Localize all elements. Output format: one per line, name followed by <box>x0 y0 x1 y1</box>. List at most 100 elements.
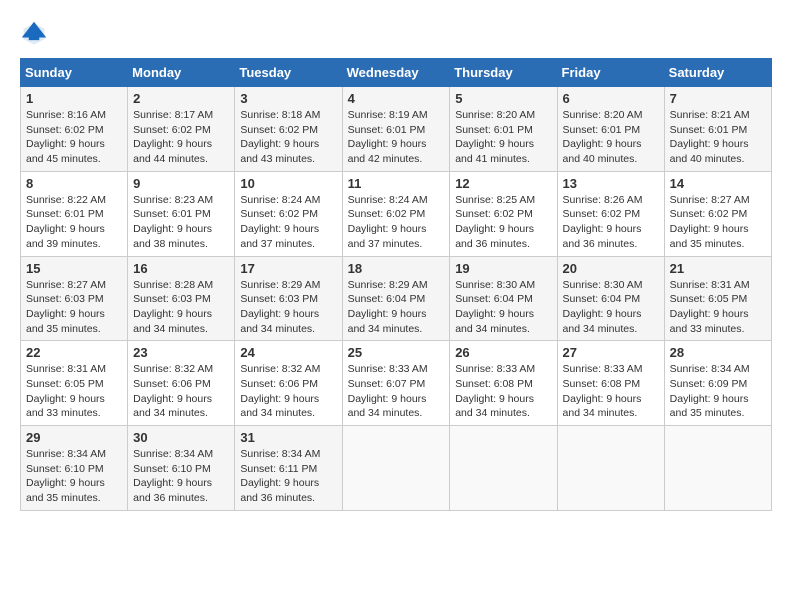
day-number: 31 <box>240 430 336 445</box>
day-info: Sunrise: 8:33 AM Sunset: 6:07 PM Dayligh… <box>348 362 445 421</box>
day-number: 21 <box>670 261 766 276</box>
calendar-cell <box>557 426 664 511</box>
page-header <box>20 20 772 48</box>
day-number: 25 <box>348 345 445 360</box>
calendar-cell: 5 Sunrise: 8:20 AM Sunset: 6:01 PM Dayli… <box>450 87 557 172</box>
day-info: Sunrise: 8:34 AM Sunset: 6:10 PM Dayligh… <box>26 447 122 506</box>
calendar-cell: 2 Sunrise: 8:17 AM Sunset: 6:02 PM Dayli… <box>128 87 235 172</box>
calendar-cell: 11 Sunrise: 8:24 AM Sunset: 6:02 PM Dayl… <box>342 171 450 256</box>
day-number: 1 <box>26 91 122 106</box>
calendar-cell <box>342 426 450 511</box>
calendar-cell: 12 Sunrise: 8:25 AM Sunset: 6:02 PM Dayl… <box>450 171 557 256</box>
day-number: 23 <box>133 345 229 360</box>
calendar-cell: 14 Sunrise: 8:27 AM Sunset: 6:02 PM Dayl… <box>664 171 771 256</box>
day-info: Sunrise: 8:16 AM Sunset: 6:02 PM Dayligh… <box>26 108 122 167</box>
calendar-cell: 31 Sunrise: 8:34 AM Sunset: 6:11 PM Dayl… <box>235 426 342 511</box>
day-number: 29 <box>26 430 122 445</box>
calendar-cell: 4 Sunrise: 8:19 AM Sunset: 6:01 PM Dayli… <box>342 87 450 172</box>
calendar-cell: 20 Sunrise: 8:30 AM Sunset: 6:04 PM Dayl… <box>557 256 664 341</box>
day-number: 28 <box>670 345 766 360</box>
day-header: Friday <box>557 59 664 87</box>
day-number: 26 <box>455 345 551 360</box>
calendar-cell: 26 Sunrise: 8:33 AM Sunset: 6:08 PM Dayl… <box>450 341 557 426</box>
calendar-cell: 3 Sunrise: 8:18 AM Sunset: 6:02 PM Dayli… <box>235 87 342 172</box>
calendar-table: SundayMondayTuesdayWednesdayThursdayFrid… <box>20 58 772 511</box>
calendar-cell: 29 Sunrise: 8:34 AM Sunset: 6:10 PM Dayl… <box>21 426 128 511</box>
day-info: Sunrise: 8:31 AM Sunset: 6:05 PM Dayligh… <box>26 362 122 421</box>
calendar-cell: 19 Sunrise: 8:30 AM Sunset: 6:04 PM Dayl… <box>450 256 557 341</box>
calendar-header-row: SundayMondayTuesdayWednesdayThursdayFrid… <box>21 59 772 87</box>
day-info: Sunrise: 8:21 AM Sunset: 6:01 PM Dayligh… <box>670 108 766 167</box>
day-info: Sunrise: 8:33 AM Sunset: 6:08 PM Dayligh… <box>455 362 551 421</box>
calendar-cell: 9 Sunrise: 8:23 AM Sunset: 6:01 PM Dayli… <box>128 171 235 256</box>
day-number: 2 <box>133 91 229 106</box>
day-number: 20 <box>563 261 659 276</box>
calendar-cell: 6 Sunrise: 8:20 AM Sunset: 6:01 PM Dayli… <box>557 87 664 172</box>
day-info: Sunrise: 8:29 AM Sunset: 6:04 PM Dayligh… <box>348 278 445 337</box>
day-header: Sunday <box>21 59 128 87</box>
day-info: Sunrise: 8:25 AM Sunset: 6:02 PM Dayligh… <box>455 193 551 252</box>
day-number: 19 <box>455 261 551 276</box>
day-info: Sunrise: 8:17 AM Sunset: 6:02 PM Dayligh… <box>133 108 229 167</box>
calendar-cell: 10 Sunrise: 8:24 AM Sunset: 6:02 PM Dayl… <box>235 171 342 256</box>
day-info: Sunrise: 8:28 AM Sunset: 6:03 PM Dayligh… <box>133 278 229 337</box>
day-number: 7 <box>670 91 766 106</box>
day-info: Sunrise: 8:27 AM Sunset: 6:03 PM Dayligh… <box>26 278 122 337</box>
calendar-week-row: 29 Sunrise: 8:34 AM Sunset: 6:10 PM Dayl… <box>21 426 772 511</box>
day-info: Sunrise: 8:34 AM Sunset: 6:11 PM Dayligh… <box>240 447 336 506</box>
calendar-cell: 21 Sunrise: 8:31 AM Sunset: 6:05 PM Dayl… <box>664 256 771 341</box>
day-info: Sunrise: 8:20 AM Sunset: 6:01 PM Dayligh… <box>455 108 551 167</box>
logo <box>20 20 52 48</box>
day-number: 9 <box>133 176 229 191</box>
logo-icon <box>20 20 48 48</box>
calendar-cell: 13 Sunrise: 8:26 AM Sunset: 6:02 PM Dayl… <box>557 171 664 256</box>
day-number: 6 <box>563 91 659 106</box>
day-number: 22 <box>26 345 122 360</box>
day-info: Sunrise: 8:29 AM Sunset: 6:03 PM Dayligh… <box>240 278 336 337</box>
calendar-cell: 24 Sunrise: 8:32 AM Sunset: 6:06 PM Dayl… <box>235 341 342 426</box>
day-number: 13 <box>563 176 659 191</box>
calendar-week-row: 22 Sunrise: 8:31 AM Sunset: 6:05 PM Dayl… <box>21 341 772 426</box>
calendar-cell: 27 Sunrise: 8:33 AM Sunset: 6:08 PM Dayl… <box>557 341 664 426</box>
calendar-cell: 1 Sunrise: 8:16 AM Sunset: 6:02 PM Dayli… <box>21 87 128 172</box>
day-info: Sunrise: 8:24 AM Sunset: 6:02 PM Dayligh… <box>348 193 445 252</box>
calendar-cell: 25 Sunrise: 8:33 AM Sunset: 6:07 PM Dayl… <box>342 341 450 426</box>
calendar-week-row: 15 Sunrise: 8:27 AM Sunset: 6:03 PM Dayl… <box>21 256 772 341</box>
day-info: Sunrise: 8:32 AM Sunset: 6:06 PM Dayligh… <box>133 362 229 421</box>
day-info: Sunrise: 8:20 AM Sunset: 6:01 PM Dayligh… <box>563 108 659 167</box>
day-number: 10 <box>240 176 336 191</box>
day-number: 24 <box>240 345 336 360</box>
day-info: Sunrise: 8:34 AM Sunset: 6:09 PM Dayligh… <box>670 362 766 421</box>
day-number: 15 <box>26 261 122 276</box>
calendar-cell <box>664 426 771 511</box>
day-info: Sunrise: 8:18 AM Sunset: 6:02 PM Dayligh… <box>240 108 336 167</box>
calendar-cell: 8 Sunrise: 8:22 AM Sunset: 6:01 PM Dayli… <box>21 171 128 256</box>
calendar-cell: 22 Sunrise: 8:31 AM Sunset: 6:05 PM Dayl… <box>21 341 128 426</box>
day-number: 5 <box>455 91 551 106</box>
day-header: Thursday <box>450 59 557 87</box>
calendar-week-row: 1 Sunrise: 8:16 AM Sunset: 6:02 PM Dayli… <box>21 87 772 172</box>
day-header: Monday <box>128 59 235 87</box>
day-info: Sunrise: 8:30 AM Sunset: 6:04 PM Dayligh… <box>455 278 551 337</box>
day-number: 14 <box>670 176 766 191</box>
calendar-cell: 16 Sunrise: 8:28 AM Sunset: 6:03 PM Dayl… <box>128 256 235 341</box>
calendar-cell: 17 Sunrise: 8:29 AM Sunset: 6:03 PM Dayl… <box>235 256 342 341</box>
calendar-cell: 15 Sunrise: 8:27 AM Sunset: 6:03 PM Dayl… <box>21 256 128 341</box>
day-info: Sunrise: 8:22 AM Sunset: 6:01 PM Dayligh… <box>26 193 122 252</box>
calendar-cell: 23 Sunrise: 8:32 AM Sunset: 6:06 PM Dayl… <box>128 341 235 426</box>
day-info: Sunrise: 8:32 AM Sunset: 6:06 PM Dayligh… <box>240 362 336 421</box>
day-number: 16 <box>133 261 229 276</box>
calendar-cell: 30 Sunrise: 8:34 AM Sunset: 6:10 PM Dayl… <box>128 426 235 511</box>
calendar-cell <box>450 426 557 511</box>
calendar-cell: 28 Sunrise: 8:34 AM Sunset: 6:09 PM Dayl… <box>664 341 771 426</box>
day-info: Sunrise: 8:24 AM Sunset: 6:02 PM Dayligh… <box>240 193 336 252</box>
day-header: Tuesday <box>235 59 342 87</box>
day-info: Sunrise: 8:30 AM Sunset: 6:04 PM Dayligh… <box>563 278 659 337</box>
day-info: Sunrise: 8:31 AM Sunset: 6:05 PM Dayligh… <box>670 278 766 337</box>
day-info: Sunrise: 8:27 AM Sunset: 6:02 PM Dayligh… <box>670 193 766 252</box>
day-number: 30 <box>133 430 229 445</box>
calendar-cell: 7 Sunrise: 8:21 AM Sunset: 6:01 PM Dayli… <box>664 87 771 172</box>
day-info: Sunrise: 8:33 AM Sunset: 6:08 PM Dayligh… <box>563 362 659 421</box>
day-info: Sunrise: 8:34 AM Sunset: 6:10 PM Dayligh… <box>133 447 229 506</box>
day-number: 18 <box>348 261 445 276</box>
